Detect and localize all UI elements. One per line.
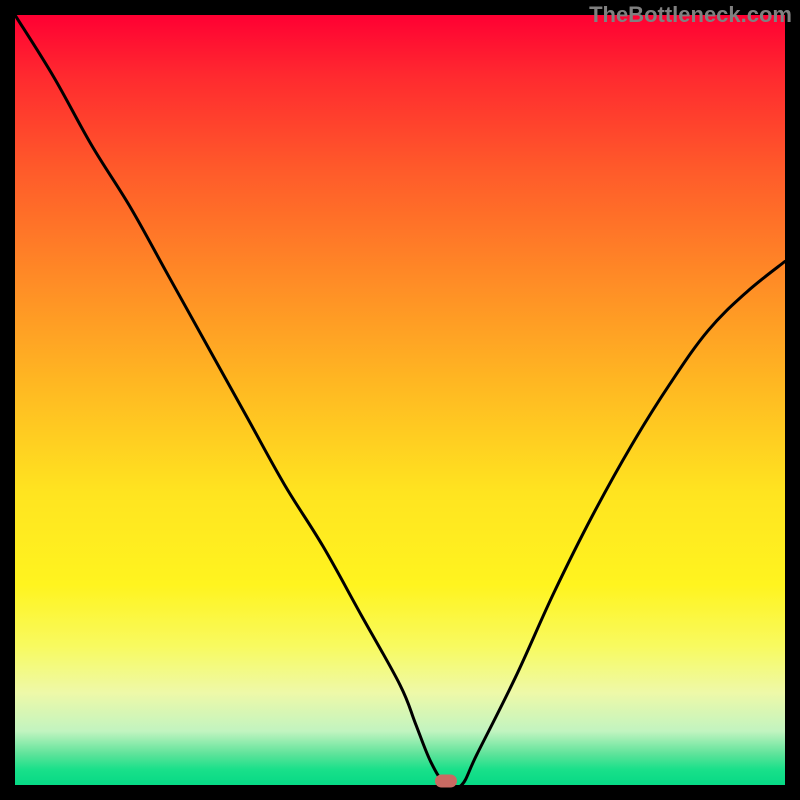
bottleneck-curve <box>15 15 785 785</box>
chart-frame: TheBottleneck.com <box>0 0 800 800</box>
watermark-text: TheBottleneck.com <box>589 2 792 28</box>
plot-area <box>15 15 785 785</box>
curve-layer <box>15 15 785 785</box>
optimum-marker <box>435 775 457 788</box>
